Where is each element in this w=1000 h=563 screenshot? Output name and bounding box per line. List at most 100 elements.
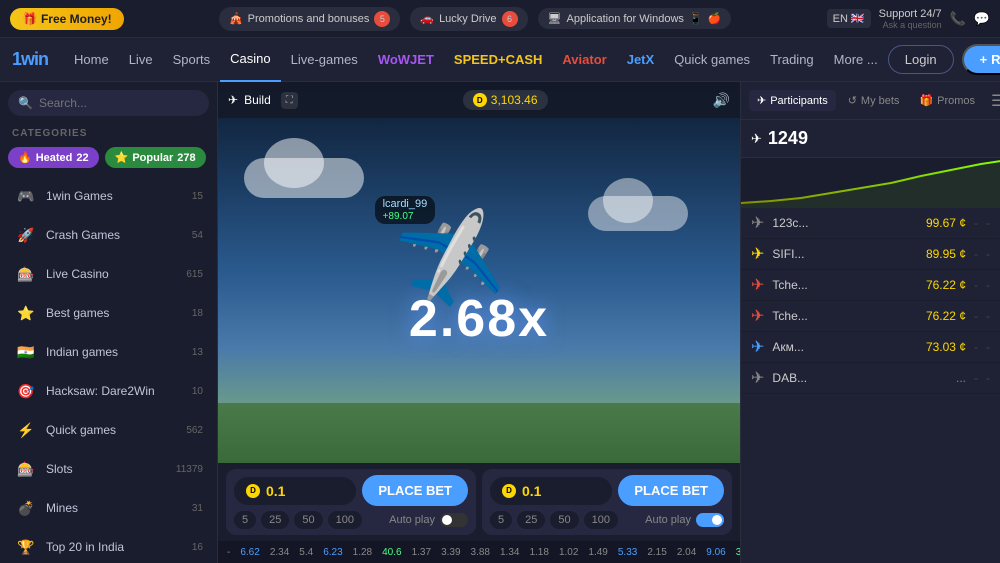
auto-play-toggle-2[interactable] — [696, 513, 724, 527]
filter-popular[interactable]: ⭐ Popular 278 — [105, 147, 206, 168]
cloud-2 — [588, 196, 688, 231]
quick-btn-100-2[interactable]: 100 — [584, 511, 618, 529]
gift-icon: 🎁 — [22, 12, 37, 26]
game-header: ✈ Build ⛶ D 3,103.46 🔊 — [218, 82, 740, 118]
p-amount-3: 76.22 ¢ — [926, 309, 966, 323]
tab-promos[interactable]: 🎁 Promos — [911, 90, 983, 111]
search-box[interactable]: 🔍 — [8, 90, 209, 116]
nav-speedcash[interactable]: SPEED+CASH — [444, 38, 553, 82]
nav-quick-games[interactable]: Quick games — [664, 38, 760, 82]
place-bet-button-1[interactable]: PLACE BET — [362, 475, 468, 506]
login-button[interactable]: Login — [888, 45, 954, 74]
participants-list: ✈ 123c... 99.67 ¢ - - ✈ SIFI... 89.95 ¢ … — [741, 208, 1000, 563]
p-amount-4: 73.03 ¢ — [926, 340, 966, 354]
sidebar-item-slots[interactable]: 🎰 Slots 11379 — [4, 450, 213, 488]
sidebar-item-best-games[interactable]: ⭐ Best games 18 — [4, 294, 213, 332]
game-title: Build — [244, 93, 271, 107]
star-icon: ⭐ — [115, 151, 129, 164]
free-money-button[interactable]: 🎁 Free Money! — [10, 8, 124, 30]
sidebar-item-quick-games[interactable]: ⚡ Quick games 562 — [4, 411, 213, 449]
lucky-drive-label: Lucky Drive — [439, 13, 496, 25]
username-badge: lcardi_99 +89.07 — [375, 196, 436, 224]
app-badge[interactable]: 🖥 Application for Windows 📱 🍎 — [538, 8, 732, 29]
register-button[interactable]: + Registration — [962, 44, 1000, 75]
participant-row-5: ✈ DAB... ... - - — [741, 363, 1000, 394]
top-bar-right: EN 🇬🇧 Support 24/7 Ask a question 📞 💬 — [827, 8, 990, 30]
indian-games-count: 13 — [192, 347, 203, 358]
phone-icon: 📞 — [950, 11, 966, 27]
sidebar-item-crash-games[interactable]: 🚀 Crash Games 54 — [4, 216, 213, 254]
panel-menu-button[interactable]: ☰ — [991, 91, 1000, 111]
nav-aviator[interactable]: Aviator — [552, 38, 616, 82]
tab-participants[interactable]: ✈ Participants — [749, 90, 836, 111]
participant-row-3: ✈ Tche... 76.22 ¢ - - — [741, 301, 1000, 332]
quick-games-icon: ⚡ — [14, 418, 38, 442]
quick-btn-25-1[interactable]: 25 — [261, 511, 289, 529]
participant-row-0: ✈ 123c... 99.67 ¢ - - — [741, 208, 1000, 239]
logo[interactable]: 1win — [12, 49, 48, 70]
nav-sports[interactable]: Sports — [163, 38, 221, 82]
auto-play-toggle-1[interactable] — [440, 513, 468, 527]
sidebar-item-1win-games[interactable]: 🎮 1win Games 15 — [4, 177, 213, 215]
balance-value: 3,103.46 — [491, 93, 538, 107]
support-button[interactable]: Support 24/7 Ask a question — [879, 8, 942, 30]
game-area: ✈ Build ⛶ D 3,103.46 🔊 lcardi_99 — [218, 82, 740, 563]
game-viewport: ✈ Build ⛶ D 3,103.46 🔊 lcardi_99 — [218, 82, 740, 463]
quick-btn-50-1[interactable]: 50 — [294, 511, 322, 529]
1win-games-icon: 🎮 — [14, 184, 38, 208]
sidebar-item-indian-games[interactable]: 🇮🇳 Indian games 13 — [4, 333, 213, 371]
nav-jetx[interactable]: JetX — [617, 38, 664, 82]
indian-games-label: Indian games — [46, 345, 184, 359]
sidebar-item-hacksaw[interactable]: 🎯 Hacksaw: Dare2Win 10 — [4, 372, 213, 410]
filter-heated[interactable]: 🔥 Heated 22 — [8, 147, 99, 168]
promo-count: 5 — [374, 11, 390, 27]
expand-button[interactable]: ⛶ — [281, 92, 298, 109]
nav-wowjet[interactable]: WoWJET — [368, 38, 444, 82]
nav-bar: 1win Home Live Sports Casino Live-games … — [0, 38, 1000, 82]
sidebar-item-mines[interactable]: 💣 Mines 31 — [4, 489, 213, 527]
game-header-center: D 3,103.46 — [308, 90, 703, 110]
popular-label: Popular — [132, 152, 173, 164]
search-input[interactable] — [39, 96, 199, 110]
nav-live-games[interactable]: Live-games — [281, 38, 368, 82]
sidebar-item-top20[interactable]: 🏆 Top 20 in India 16 — [4, 528, 213, 563]
hacksaw-icon: 🎯 — [14, 379, 38, 403]
bet-input-2[interactable]: D 0.1 — [490, 477, 612, 505]
top20-label: Top 20 in India — [46, 540, 184, 554]
p-dash1-5: - — [974, 371, 978, 385]
fire-icon: 🔥 — [18, 151, 32, 164]
quick-btn-100-1[interactable]: 100 — [328, 511, 362, 529]
tab-my-bets[interactable]: ↺ My bets — [840, 90, 908, 111]
p-name-4: Акм... — [772, 340, 918, 354]
nav-home[interactable]: Home — [64, 38, 119, 82]
quick-btn-5-1[interactable]: 5 — [234, 511, 256, 529]
plane-container: ✈️ — [401, 215, 501, 309]
nav-trading[interactable]: Trading — [760, 38, 824, 82]
nav-casino[interactable]: Casino — [220, 38, 280, 82]
quick-btn-25-2[interactable]: 25 — [517, 511, 545, 529]
nav-live[interactable]: Live — [119, 38, 163, 82]
free-money-label: Free Money! — [41, 12, 112, 26]
indian-games-icon: 🇮🇳 — [14, 340, 38, 364]
volume-button[interactable]: 🔊 — [713, 92, 730, 109]
quick-btn-50-2[interactable]: 50 — [550, 511, 578, 529]
quick-btn-5-2[interactable]: 5 — [490, 511, 512, 529]
place-bet-button-2[interactable]: PLACE BET — [618, 475, 724, 506]
tick-7: 1.37 — [409, 547, 434, 558]
tick-9: 3.88 — [468, 547, 493, 558]
nav-more[interactable]: More ... — [824, 38, 888, 82]
tick-3: 5.4 — [296, 547, 316, 558]
1win-games-count: 15 — [192, 191, 203, 202]
sidebar-item-live-casino[interactable]: 🎰 Live Casino 615 — [4, 255, 213, 293]
tick-10: 1.34 — [497, 547, 522, 558]
promotions-badge[interactable]: 🎪 Promotions and bonuses 5 — [219, 7, 400, 31]
p-name-1: SIFI... — [772, 247, 918, 261]
game-title-area: ✈ Build — [228, 93, 271, 107]
lucky-drive-badge[interactable]: 🚗 Lucky Drive 6 — [410, 7, 527, 31]
language-button[interactable]: EN 🇬🇧 — [827, 9, 871, 28]
crash-games-icon: 🚀 — [14, 223, 38, 247]
lucky-icon: 🚗 — [420, 12, 434, 25]
bet-input-1[interactable]: D 0.1 — [234, 477, 356, 505]
main-layout: 🔍 CATEGORIES 🔥 Heated 22 ⭐ Popular 278 🎮… — [0, 82, 1000, 563]
p-dash1-3: - — [974, 309, 978, 323]
